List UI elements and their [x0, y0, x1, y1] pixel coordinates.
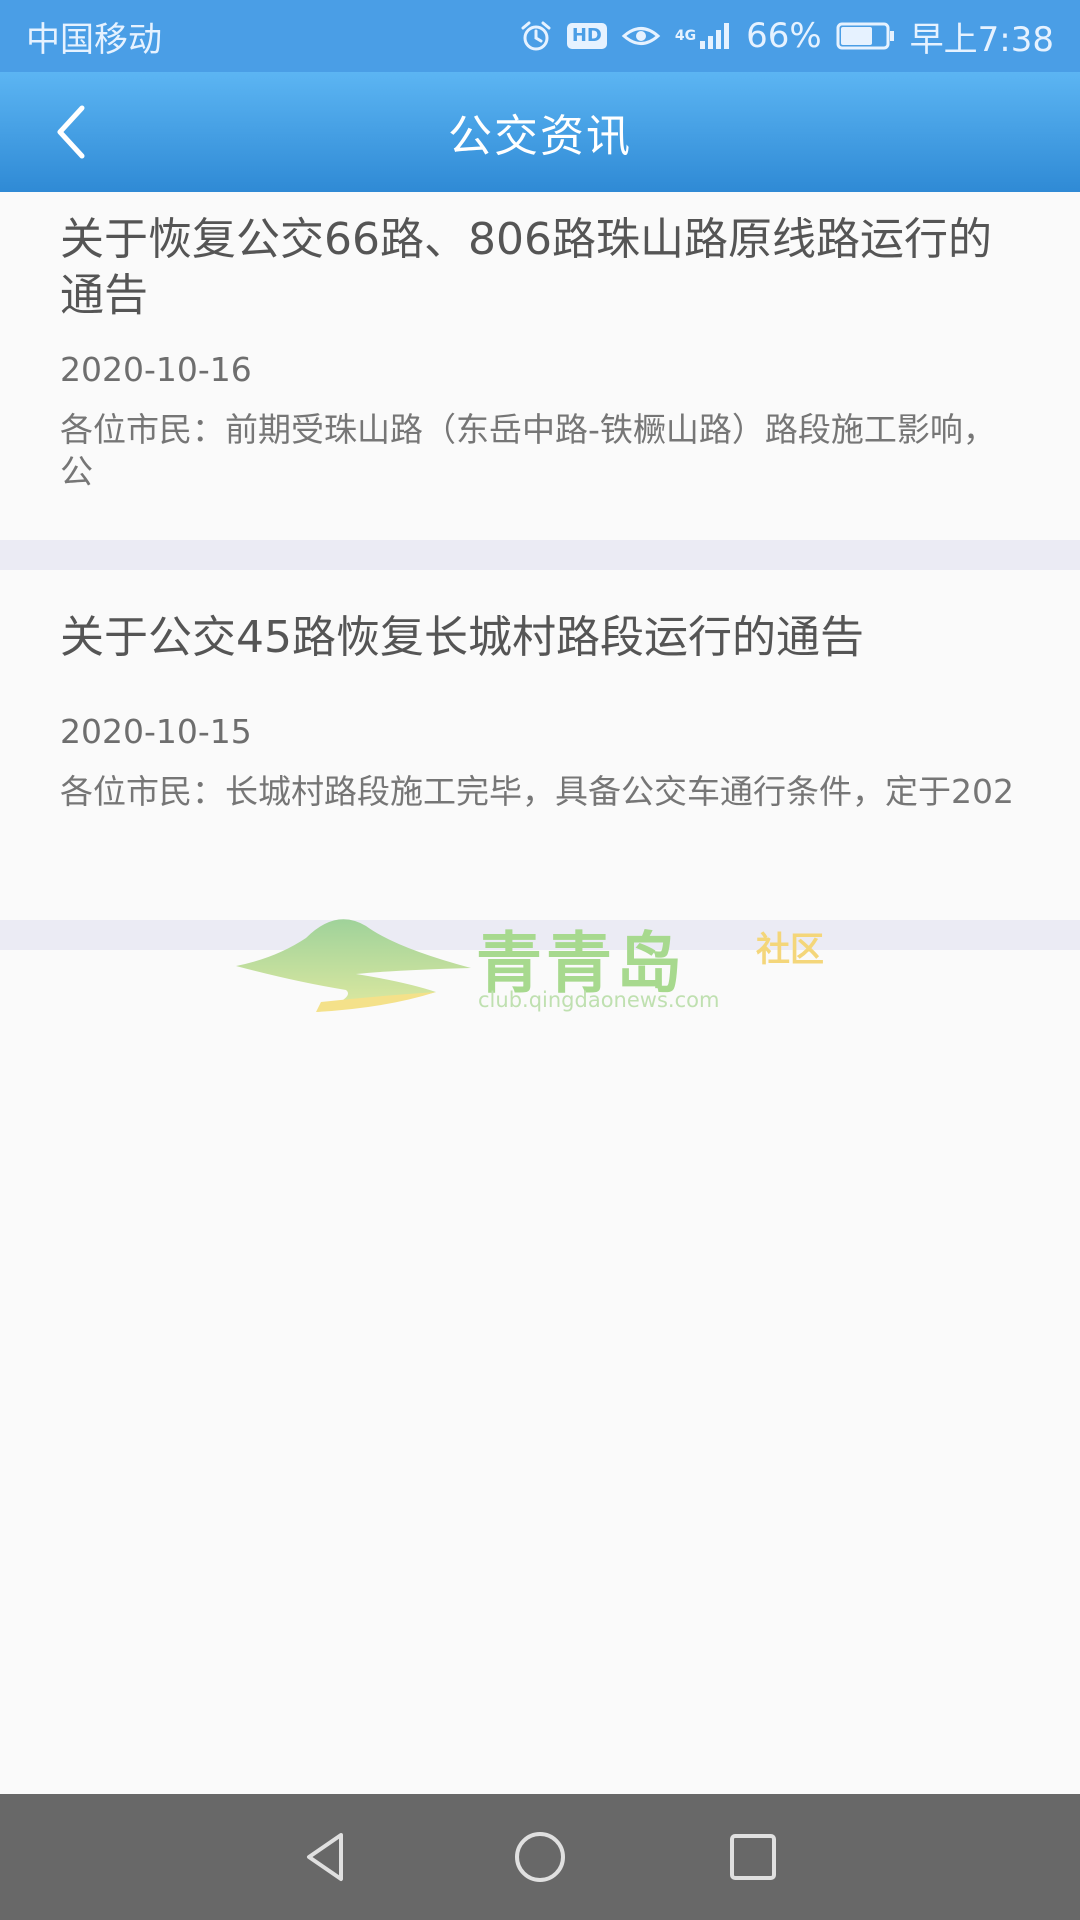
triangle-back-icon [306, 1833, 343, 1881]
watermark-subtitle: 社区 [756, 930, 824, 970]
back-button[interactable] [30, 92, 110, 172]
news-snippet: 各位市民：长城村路段施工完毕，具备公交车通行条件，定于202 [60, 772, 1014, 811]
list-divider [0, 540, 1080, 570]
battery-icon [836, 21, 896, 51]
nav-recents-button[interactable] [713, 1817, 793, 1897]
hd-icon: HD [566, 23, 607, 49]
system-nav-bar [0, 1794, 1080, 1920]
watermark-url: club.qingdaonews.com [478, 988, 720, 1012]
watermark: 青青岛 社区 club.qingdaonews.com [236, 908, 836, 1018]
status-bar: 中国移动 HD 4G 66% 早上7:38 [0, 0, 1080, 72]
signal-icon: 4G [675, 21, 732, 51]
news-snippet: 各位市民：前期受珠山路（东岳中路-铁橛山路）路段施工影响，公 [60, 410, 996, 491]
nav-home-button[interactable] [500, 1817, 580, 1897]
circle-home-icon [514, 1832, 565, 1882]
news-list: 关于恢复公交66路、806路珠山路原线路运行的通告 2020-10-16 各位市… [0, 192, 1080, 950]
page-title: 公交资讯 [448, 111, 632, 162]
status-icons: HD 4G 66% 早上7:38 [519, 12, 1054, 61]
carrier-label: 中国移动 [26, 19, 162, 60]
news-date: 2020-10-15 [60, 712, 252, 751]
alarm-icon [519, 19, 553, 53]
news-item[interactable]: 关于恢复公交66路、806路珠山路原线路运行的通告 2020-10-16 各位市… [0, 192, 1080, 540]
network-type: 4G [674, 28, 697, 44]
news-item[interactable]: 关于公交45路恢复长城村路段运行的通告 2020-10-15 各位市民：长城村路… [0, 570, 1080, 920]
news-title: 关于公交45路恢复长城村路段运行的通告 [60, 612, 864, 663]
clock: 早上7:38 [909, 19, 1054, 60]
nav-back-button[interactable] [287, 1817, 367, 1897]
back-arrow-icon [57, 105, 85, 159]
news-date: 2020-10-16 [60, 350, 252, 389]
mountain-logo-icon [236, 919, 471, 1012]
app-bar: 公交资讯 [0, 72, 1080, 192]
news-title: 关于恢复公交66路、806路珠山路原线路运行的通告 [60, 214, 992, 321]
eye-comfort-icon [621, 21, 661, 51]
battery-percent: 66% [746, 16, 822, 56]
square-recents-icon [730, 1834, 777, 1880]
